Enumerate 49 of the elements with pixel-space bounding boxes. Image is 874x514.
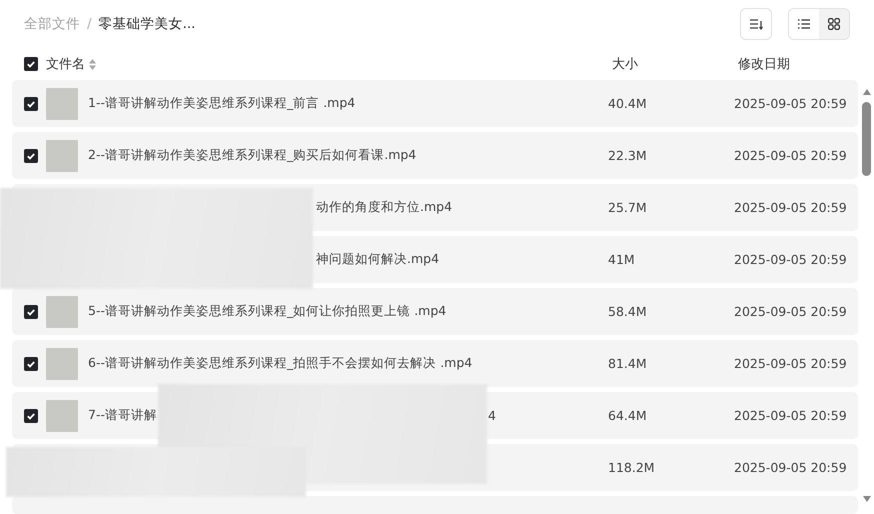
- modified-date: 2025-09-05 20:59: [734, 408, 847, 423]
- modified-date: 2025-09-05 20:59: [734, 356, 847, 371]
- file-name[interactable]: 1--谱哥讲解动作美姿思维系列课程_前言 .mp4: [88, 95, 356, 112]
- file-size: 58.4M: [608, 304, 647, 319]
- file-name[interactable]: 6--谱哥讲解动作美姿思维系列课程_拍照手不会摆如何去解决 .mp4: [88, 355, 472, 372]
- file-row[interactable]: 2--谱哥讲解动作美姿思维系列课程_购买后如何看课.mp4 22.3M 2025-09-05 20:59: [12, 132, 858, 179]
- modified-date: 2025-09-05 20:59: [734, 304, 847, 319]
- file-size: 64.4M: [608, 408, 647, 423]
- photo-placeholder: [46, 296, 78, 328]
- photo-placeholder: [46, 348, 78, 380]
- checkbox[interactable]: [24, 96, 38, 110]
- checkbox[interactable]: [24, 356, 38, 370]
- breadcrumb-separator: /: [87, 16, 92, 32]
- checkbox[interactable]: [24, 148, 38, 162]
- sort-icon: [749, 18, 763, 30]
- file-row[interactable]: 5--谱哥讲解动作美姿思维系列课程_如何让你拍照更上镜 .mp4 58.4M 2025-09-05 20:59: [12, 288, 858, 335]
- modified-date: 2025-09-05 20:59: [734, 96, 847, 111]
- photo-placeholder: [46, 140, 78, 172]
- modified-date: 2025-09-05 20:59: [734, 252, 847, 267]
- column-header[interactable]: 大小: [612, 57, 638, 72]
- sort-button[interactable]: [740, 8, 772, 40]
- file-row[interactable]: 6--谱哥讲解动作美姿思维系列课程_拍照手不会摆如何去解决 .mp4 81.4M 2025-09-05 20:59: [12, 340, 858, 387]
- modified-date: 2025-09-05 20:59: [734, 200, 847, 215]
- photo-placeholder: [46, 400, 78, 432]
- file-size: 25.7M: [608, 200, 647, 215]
- file-size: 118.2M: [608, 460, 655, 475]
- grid-icon: [828, 18, 840, 30]
- list-icon: [798, 19, 810, 29]
- photo-placeholder: [46, 88, 78, 120]
- file-size: 81.4M: [608, 356, 647, 371]
- file-size: 40.4M: [608, 96, 647, 111]
- file-size: 22.3M: [608, 148, 647, 163]
- grid-view-button[interactable]: [819, 9, 849, 39]
- file-name[interactable]: 动作的角度和方位.mp4: [316, 199, 452, 216]
- checkbox[interactable]: [24, 408, 38, 422]
- file-name[interactable]: 7--谱哥讲解: [88, 407, 157, 424]
- modified-date: 2025-09-05 20:59: [734, 148, 847, 163]
- file-row[interactable]: 1--谱哥讲解动作美姿思维系列课程_前言 .mp4 40.4M 2025-09-05 20:59: [12, 80, 858, 127]
- file-name-fragment: 4: [488, 408, 496, 423]
- file-name[interactable]: 神问题如何解决.mp4: [316, 251, 440, 268]
- file-name[interactable]: 5--谱哥讲解动作美姿思维系列课程_如何让你拍照更上镜 .mp4: [88, 303, 446, 320]
- file-size: 41M: [608, 252, 635, 267]
- select-all-checkbox[interactable]: [24, 57, 38, 71]
- checkbox[interactable]: [24, 304, 38, 318]
- column-header[interactable]: 文件名: [46, 55, 85, 73]
- file-name[interactable]: 2--谱哥讲解动作美姿思维系列课程_购买后如何看课.mp4: [88, 147, 416, 164]
- modified-date: 2025-09-05 20:59: [734, 460, 847, 475]
- column-header[interactable]: 修改日期: [738, 55, 790, 73]
- current-folder[interactable]: 零基础学美女...: [98, 14, 196, 32]
